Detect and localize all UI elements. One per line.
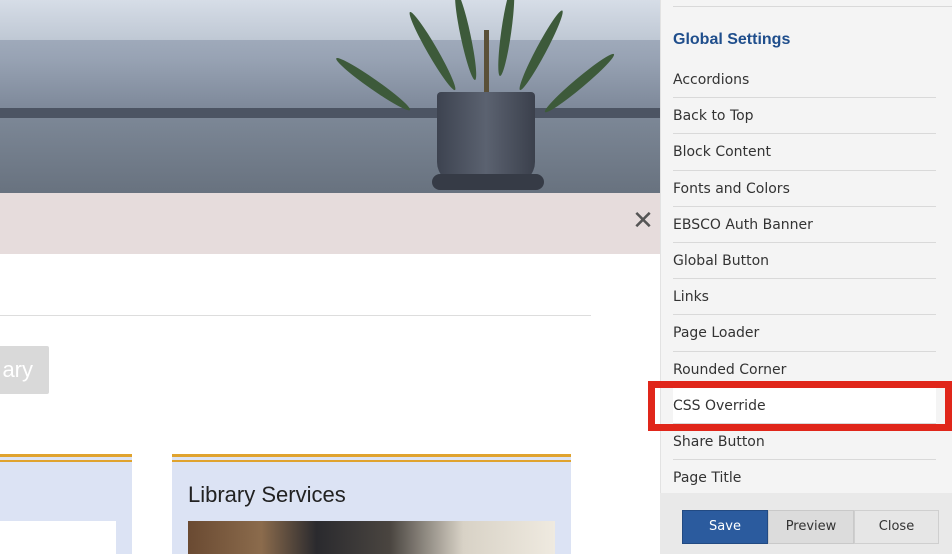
plant-leaf: [333, 54, 413, 115]
plant-pot: [437, 92, 535, 184]
menu-item-label: Links: [673, 289, 709, 306]
menu-item-global-button[interactable]: Global Button: [673, 243, 936, 280]
menu-item-label: Block Content: [673, 144, 771, 161]
plant-pot-base: [432, 174, 544, 190]
section-divider: [0, 315, 591, 316]
menu-item-block-content[interactable]: Block Content: [673, 134, 936, 171]
library-button-label: ary: [2, 357, 33, 382]
card-top-stripe: [0, 460, 132, 462]
menu-item-label: EBSCO Auth Banner: [673, 216, 813, 233]
close-button[interactable]: Close: [854, 510, 939, 544]
menu-item-label: Page Loader: [673, 325, 760, 342]
menu-item-back-to-top[interactable]: Back to Top: [673, 98, 936, 135]
menu-item-label: Global Button: [673, 252, 770, 269]
window-ledge: [0, 108, 660, 118]
menu-item-label: Accordions: [673, 72, 750, 88]
menu-item-label: CSS Override: [673, 397, 766, 414]
library-services-card: Library Services: [172, 454, 571, 554]
alert-bar: [0, 193, 660, 254]
card-top-stripe: [172, 460, 571, 462]
menu-item-label: Fonts and Colors: [673, 180, 790, 197]
menu-item-fonts-and-colors[interactable]: Fonts and Colors: [673, 171, 936, 207]
card-photo: [188, 521, 555, 554]
menu-item-accordions[interactable]: Accordions: [673, 62, 936, 99]
menu-item-ebsco-auth-banner[interactable]: EBSCO Auth Banner: [673, 207, 936, 243]
content-card: [0, 454, 132, 554]
menu-item-label: Page Title: [673, 470, 742, 487]
plant-stem: [484, 30, 489, 100]
menu-item-rounded-corner[interactable]: Rounded Corner: [673, 352, 936, 388]
panel-heading: Global Settings: [673, 31, 791, 48]
save-button[interactable]: Save: [682, 510, 768, 544]
menu-item-label: Share Button: [673, 433, 765, 450]
library-button[interactable]: ary: [0, 346, 49, 394]
card-title: Library Services: [188, 482, 346, 507]
menu-item-label: Rounded Corner: [673, 361, 787, 378]
card-top-stripe: [0, 454, 132, 457]
plant-leaf: [541, 50, 618, 116]
menu-item-links[interactable]: Links: [673, 279, 936, 316]
settings-panel: Global Settings Accordions Back to Top B…: [660, 0, 952, 554]
preview-button[interactable]: Preview: [768, 510, 854, 544]
menu-item-page-loader[interactable]: Page Loader: [673, 315, 936, 352]
menu-item-css-override[interactable]: CSS Override: [673, 387, 936, 424]
menu-item-label: Back to Top: [673, 108, 754, 125]
panel-top-divider: [673, 0, 952, 7]
hero-image: [0, 0, 660, 193]
floor-area: [0, 118, 660, 193]
card-top-stripe: [172, 454, 571, 457]
menu-item-share-button[interactable]: Share Button: [673, 424, 936, 461]
window-area: [0, 0, 660, 40]
close-icon[interactable]: ✕: [630, 205, 656, 235]
card-inner-box: [0, 521, 116, 554]
menu-item-page-title[interactable]: Page Title: [673, 460, 936, 497]
settings-menu: Accordions Back to Top Block Content Fon…: [661, 62, 952, 497]
